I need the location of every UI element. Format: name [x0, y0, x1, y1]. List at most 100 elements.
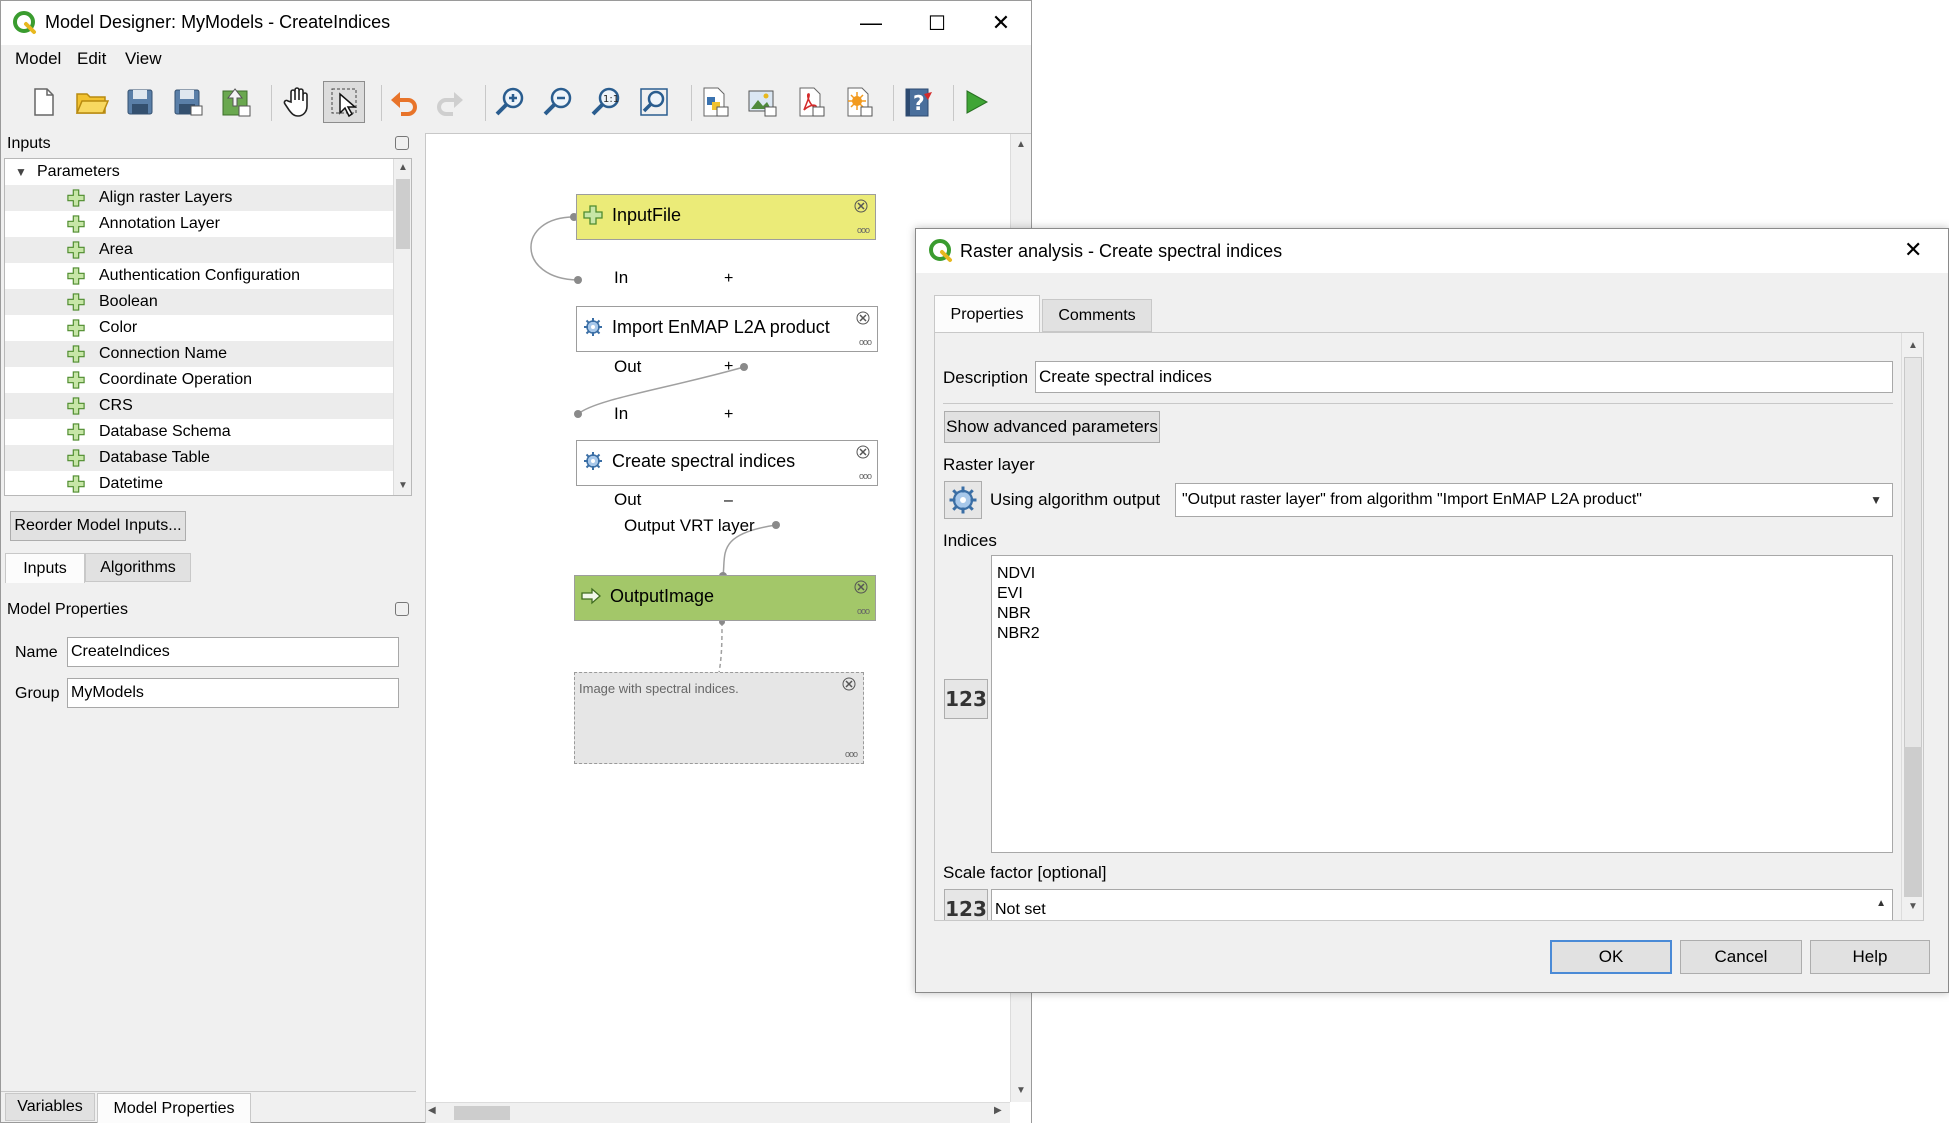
tree-item-label: Authentication Configuration	[99, 267, 301, 284]
menu-view[interactable]: View	[125, 49, 162, 69]
port-in: In	[614, 404, 629, 423]
select-icon[interactable]	[323, 81, 365, 123]
menu-model[interactable]: Model	[15, 49, 61, 69]
comment-node[interactable]: Image with spectral indices. ooo	[574, 672, 864, 764]
ok-button[interactable]: OK	[1550, 940, 1672, 974]
show-advanced-button[interactable]: Show advanced parameters	[944, 411, 1160, 443]
export-image-icon[interactable]	[741, 81, 783, 123]
group-input[interactable]: MyModels	[67, 678, 399, 708]
tree-scrollbar[interactable]: ▲ ▼	[393, 159, 411, 495]
run-icon[interactable]	[955, 81, 997, 123]
tab-variables[interactable]: Variables	[5, 1093, 95, 1121]
description-label: Description	[943, 368, 1029, 387]
description-input[interactable]: Create spectral indices	[1035, 361, 1893, 393]
more-options-icon[interactable]: ooo	[859, 471, 872, 481]
dialog-close-button[interactable]: ✕	[1904, 237, 1922, 263]
spin-up-icon[interactable]: ▲	[1876, 890, 1886, 920]
tree-item[interactable]: CRS	[5, 393, 393, 419]
save-model-icon[interactable]	[119, 81, 161, 123]
port-expand[interactable]: +	[724, 406, 733, 424]
tree-item[interactable]: Authentication Configuration	[5, 263, 393, 289]
tree-item[interactable]: Connection Name	[5, 341, 393, 367]
delete-node-icon[interactable]	[842, 677, 856, 691]
more-options-icon[interactable]: ooo	[845, 749, 858, 759]
zoom-in-icon[interactable]	[489, 81, 531, 123]
delete-node-icon[interactable]	[854, 580, 868, 594]
cancel-button[interactable]: Cancel	[1680, 940, 1802, 974]
name-input[interactable]: CreateIndices	[67, 637, 399, 667]
scale-factor-label: Scale factor [optional]	[943, 863, 1107, 882]
tree-item[interactable]: Datetime	[5, 471, 393, 495]
export-svg-icon[interactable]	[837, 81, 879, 123]
parameter-plus-icon	[67, 319, 85, 337]
close-button[interactable]: ✕	[971, 7, 1031, 39]
float-dock-icon[interactable]	[395, 136, 409, 150]
tree-item[interactable]: Database Table	[5, 445, 393, 471]
undo-icon[interactable]	[383, 81, 425, 123]
tree-item[interactable]: Boolean	[5, 289, 393, 315]
save-to-project-icon[interactable]	[215, 81, 257, 123]
more-options-icon[interactable]: ooo	[859, 337, 872, 347]
index-line: NBR2	[997, 625, 1040, 642]
qgis-logo-icon	[13, 11, 36, 34]
tab-comments[interactable]: Comments	[1042, 299, 1152, 332]
indices-expression-button[interactable]: 123	[944, 679, 988, 719]
tree-group-parameters[interactable]: ▼ Parameters	[5, 159, 393, 185]
tree-item[interactable]: Color	[5, 315, 393, 341]
minimize-button[interactable]: —	[841, 7, 901, 39]
properties-scrollbar[interactable]: ▲ ▼	[1901, 333, 1923, 920]
source-type-button[interactable]	[944, 481, 982, 519]
port-output-vrt-layer: Output VRT layer	[624, 516, 755, 535]
zoom-actual-icon[interactable]: 1:1	[585, 81, 627, 123]
more-options-icon[interactable]: ooo	[857, 225, 870, 235]
scale-expression-button[interactable]: 123	[944, 889, 988, 920]
zoom-out-icon[interactable]	[537, 81, 579, 123]
node-create-indices[interactable]: Create spectral indices ooo	[576, 440, 878, 486]
qgis-logo-icon	[929, 239, 952, 262]
export-python-icon[interactable]	[693, 81, 735, 123]
node-label: Import EnMAP L2A product	[612, 317, 830, 337]
tree-item[interactable]: Annotation Layer	[5, 211, 393, 237]
zoom-full-icon[interactable]	[633, 81, 675, 123]
raster-layer-select[interactable]: "Output raster layer" from algorithm "Im…	[1175, 483, 1893, 517]
port-expand[interactable]: +	[724, 358, 733, 376]
open-model-icon[interactable]	[71, 81, 113, 123]
maximize-button[interactable]: ☐	[907, 7, 967, 39]
new-model-icon[interactable]	[23, 81, 65, 123]
port-expand[interactable]: +	[724, 270, 733, 288]
pan-icon[interactable]	[277, 81, 319, 123]
tree-item[interactable]: Database Schema	[5, 419, 393, 445]
tab-model-properties[interactable]: Model Properties	[97, 1093, 251, 1123]
tab-inputs[interactable]: Inputs	[5, 553, 85, 583]
collapse-arrow-icon[interactable]: ▼	[15, 159, 27, 185]
tab-algorithms[interactable]: Algorithms	[85, 553, 191, 582]
reorder-inputs-button[interactable]: Reorder Model Inputs...	[10, 511, 186, 541]
port-collapse[interactable]: –	[724, 492, 733, 510]
menu-edit[interactable]: Edit	[77, 49, 106, 69]
indices-textarea[interactable]: NDVI EVI NBR NBR2	[991, 555, 1893, 853]
export-pdf-icon[interactable]	[789, 81, 831, 123]
scale-factor-input[interactable]: Not set ▲	[991, 889, 1893, 920]
canvas-horizontal-scrollbar[interactable]: ◀ ▶	[426, 1102, 1010, 1123]
delete-node-icon[interactable]	[856, 311, 870, 325]
tab-properties[interactable]: Properties	[934, 295, 1040, 333]
node-import-enmap[interactable]: Import EnMAP L2A product ooo	[576, 306, 878, 352]
float-dock-icon[interactable]	[395, 602, 409, 616]
tree-item-label: Boolean	[99, 293, 158, 310]
help-icon[interactable]: ?	[897, 81, 939, 123]
tree-item[interactable]: Align raster Layers	[5, 185, 393, 211]
tree-item[interactable]: Coordinate Operation	[5, 367, 393, 393]
more-options-icon[interactable]: ooo	[857, 606, 870, 616]
node-output-image[interactable]: OutputImage ooo	[574, 575, 876, 621]
redo-icon[interactable]	[429, 81, 471, 123]
delete-node-icon[interactable]	[854, 199, 868, 213]
delete-node-icon[interactable]	[856, 445, 870, 459]
save-as-icon[interactable]	[167, 81, 209, 123]
tree-item[interactable]: Area	[5, 237, 393, 263]
chevron-down-icon[interactable]: ▼	[1870, 484, 1882, 516]
node-input-file[interactable]: InputFile ooo	[576, 194, 876, 240]
help-button[interactable]: Help	[1810, 940, 1930, 974]
parameter-plus-icon	[67, 241, 85, 259]
tree-item-label: Annotation Layer	[99, 215, 220, 232]
parameter-plus-icon	[67, 267, 85, 285]
